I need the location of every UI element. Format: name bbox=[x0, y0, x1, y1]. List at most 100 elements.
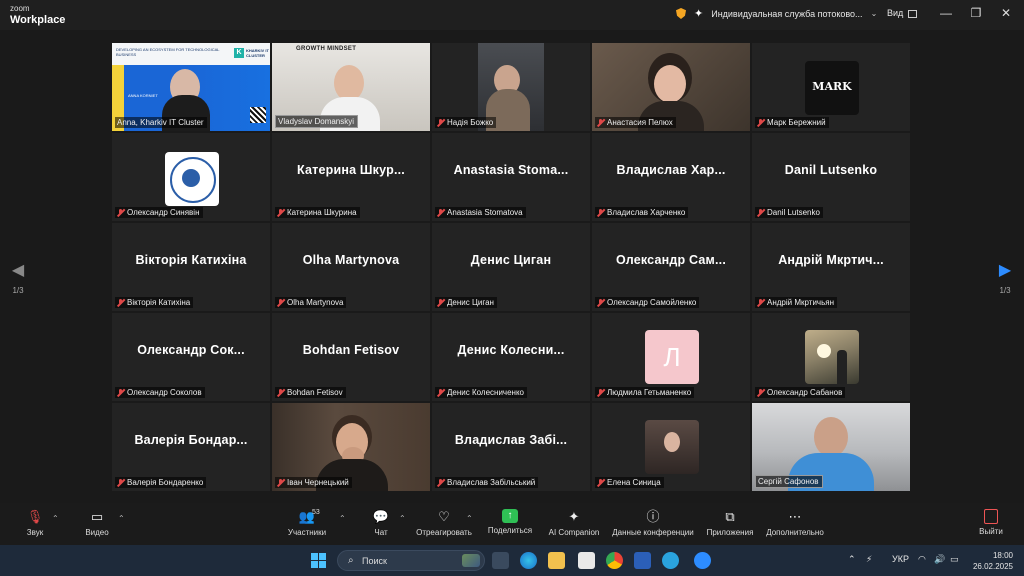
participant-tile[interactable]: Анастасия Пелюх bbox=[592, 43, 750, 131]
participants-button[interactable]: 👥 53 Участники bbox=[286, 509, 328, 537]
mic-muted-icon bbox=[117, 478, 124, 487]
shield-icon[interactable] bbox=[676, 8, 686, 19]
language-indicator[interactable]: УКР bbox=[892, 554, 909, 564]
taskbar-search[interactable]: ⌕ Поиск bbox=[337, 550, 485, 571]
participant-tile[interactable]: Олександр Синявін bbox=[112, 133, 270, 221]
chat-options-caret[interactable]: ⌃ bbox=[399, 514, 406, 523]
participant-name: Danil Lutsenko bbox=[755, 207, 823, 218]
title-bar: zoom Workplace ✦ Индивидуальная служба п… bbox=[0, 0, 1024, 30]
audio-options-caret[interactable]: ⌃ bbox=[52, 514, 59, 523]
chrome-icon[interactable] bbox=[606, 552, 623, 569]
arrow-right-icon[interactable]: ▶ bbox=[995, 260, 1015, 280]
participant-tile[interactable]: Вікторія Катихіна Вікторія Катихіна bbox=[112, 223, 270, 311]
participant-tile[interactable]: Сергій Сафонов bbox=[752, 403, 910, 491]
participant-tile[interactable]: Владислав Хар... Владислав Харченко bbox=[592, 133, 750, 221]
more-button[interactable]: ⋯ Дополнительно bbox=[762, 509, 828, 537]
participant-name: Денис Циган bbox=[435, 297, 497, 308]
participants-options-caret[interactable]: ⌃ bbox=[339, 514, 346, 523]
chat-icon[interactable]: 💬 bbox=[370, 509, 392, 525]
next-page-button[interactable]: ▶ 1/3 bbox=[995, 260, 1015, 295]
participant-tile[interactable]: Владислав Забі... Владислав Забільський bbox=[432, 403, 590, 491]
participant-tile[interactable]: Катерина Шкур... Катерина Шкурина bbox=[272, 133, 430, 221]
participant-tile[interactable]: Олександр Сок... Олександр Соколов bbox=[112, 313, 270, 401]
participant-name: Валерія Бондаренко bbox=[115, 477, 207, 488]
volume-icon[interactable]: 🔊 bbox=[934, 554, 945, 565]
react-button[interactable]: ♡ Отреагировать bbox=[414, 509, 474, 537]
participant-tile[interactable]: Bohdan Fetisov Bohdan Fetisov bbox=[272, 313, 430, 401]
leave-icon[interactable] bbox=[984, 509, 998, 524]
camera-icon[interactable]: ▭ bbox=[82, 509, 112, 525]
participant-display-name: Владислав Забі... bbox=[454, 433, 568, 447]
participant-tile[interactable]: Олександр Сам... Олександр Самойленко bbox=[592, 223, 750, 311]
view-button[interactable]: Вид bbox=[887, 8, 903, 18]
windows-start-icon[interactable] bbox=[311, 553, 326, 568]
participant-tile[interactable]: Olha Martynova Olha Martynova bbox=[272, 223, 430, 311]
participant-name: Anastasia Stomatova bbox=[435, 207, 526, 218]
grid-view-icon[interactable] bbox=[908, 10, 917, 18]
tray-chevron-up-icon[interactable]: ⌃ bbox=[848, 554, 856, 565]
participant-tile[interactable]: Л Людмила Гетьманенко bbox=[592, 313, 750, 401]
participant-tile[interactable]: Денис Циган Денис Циган bbox=[432, 223, 590, 311]
meeting-info-button[interactable]: ⓘ Данные конференции bbox=[609, 509, 697, 537]
apps-icon[interactable]: ⧉ bbox=[703, 509, 757, 525]
system-clock[interactable]: 18:00 26.02.2025 bbox=[967, 550, 1013, 572]
participant-tile[interactable]: Валерія Бондар... Валерія Бондаренко bbox=[112, 403, 270, 491]
apps-button[interactable]: ⧉ Приложения bbox=[703, 509, 757, 537]
participant-tile[interactable]: GROWTH MINDSET Vladyslav Domanskyi bbox=[272, 43, 430, 131]
telegram-icon[interactable] bbox=[662, 552, 679, 569]
participant-tile[interactable]: Надія Божко bbox=[432, 43, 590, 131]
audio-button[interactable]: 🎙 Звук bbox=[20, 509, 50, 537]
zoom-app-icon[interactable] bbox=[694, 552, 711, 569]
sparkle-icon[interactable]: ✦ bbox=[694, 7, 703, 20]
info-icon[interactable]: ⓘ bbox=[609, 509, 697, 525]
close-button[interactable]: ✕ bbox=[998, 6, 1014, 20]
participant-tile[interactable]: Елена Синица bbox=[592, 403, 750, 491]
share-screen-icon[interactable]: ↑ bbox=[502, 509, 518, 523]
prev-page-button[interactable]: ◀ 1/3 bbox=[8, 260, 28, 295]
participant-tile[interactable]: DEVELOPING AN ECOSYSTEM FOR TECHNOLOGICA… bbox=[112, 43, 270, 131]
participant-name: Bohdan Fetisov bbox=[275, 387, 346, 398]
more-icon[interactable]: ⋯ bbox=[762, 509, 828, 525]
mic-off-icon[interactable]: 🎙 bbox=[20, 509, 50, 525]
task-view-icon[interactable] bbox=[492, 552, 509, 569]
mic-muted-icon bbox=[597, 478, 604, 487]
ai-companion-button[interactable]: ✦ AI Companion bbox=[546, 509, 602, 537]
participant-tile[interactable]: Іван Чернецький bbox=[272, 403, 430, 491]
network-status-icon[interactable]: ⚡ bbox=[866, 554, 872, 565]
meeting-toolbar: 🎙 Звук ⌃ ▭ Видео ⌃ 👥 53 Участники ⌃ 💬 Ча… bbox=[0, 503, 1024, 545]
meeting-info[interactable]: ✦ Индивидуальная служба потоково... ⌄ bbox=[676, 7, 877, 20]
video-button[interactable]: ▭ Видео bbox=[82, 509, 112, 537]
battery-icon[interactable]: ▭ bbox=[950, 554, 959, 565]
leave-button[interactable]: Выйти bbox=[976, 509, 1006, 536]
word-icon[interactable] bbox=[634, 552, 651, 569]
video-options-caret[interactable]: ⌃ bbox=[118, 514, 125, 523]
participant-display-name: Олександр Сок... bbox=[137, 343, 245, 357]
participant-name: Олександр Синявін bbox=[115, 207, 203, 218]
minimize-button[interactable]: — bbox=[938, 6, 954, 20]
share-button[interactable]: ↑ Поделиться bbox=[486, 509, 534, 535]
participants-icon[interactable]: 👥 bbox=[286, 509, 328, 525]
participant-name: Андрій Мкртичьян bbox=[755, 297, 837, 308]
participant-display-name: Anastasia Stoma... bbox=[453, 163, 569, 177]
participant-tile[interactable]: MARK Марк Бережний bbox=[752, 43, 910, 131]
wifi-icon[interactable]: ◠ bbox=[918, 554, 926, 565]
edge-icon[interactable] bbox=[520, 552, 537, 569]
chat-button[interactable]: 💬 Чат bbox=[370, 509, 392, 537]
participant-display-name: Danil Lutsenko bbox=[784, 163, 878, 177]
react-options-caret[interactable]: ⌃ bbox=[466, 514, 473, 523]
participant-tile[interactable]: Андрій Мкртич... Андрій Мкртичьян bbox=[752, 223, 910, 311]
sparkle-icon[interactable]: ✦ bbox=[546, 509, 602, 525]
participant-tile[interactable]: Anastasia Stoma... Anastasia Stomatova bbox=[432, 133, 590, 221]
mic-muted-icon bbox=[597, 208, 604, 217]
chevron-down-icon[interactable]: ⌄ bbox=[871, 9, 878, 18]
participant-tile[interactable]: Денис Колесни... Денис Колесниченко bbox=[432, 313, 590, 401]
participant-tile[interactable]: Олександр Сабанов bbox=[752, 313, 910, 401]
file-explorer-icon[interactable] bbox=[548, 552, 565, 569]
restore-button[interactable]: ❐ bbox=[968, 6, 984, 20]
participant-name: Olha Martynova bbox=[275, 297, 347, 308]
heart-icon[interactable]: ♡ bbox=[414, 509, 474, 525]
participant-tile[interactable]: Danil Lutsenko Danil Lutsenko bbox=[752, 133, 910, 221]
arrow-left-icon[interactable]: ◀ bbox=[8, 260, 28, 280]
store-icon[interactable] bbox=[578, 552, 595, 569]
meeting-title[interactable]: Индивидуальная служба потоково... bbox=[711, 9, 862, 19]
